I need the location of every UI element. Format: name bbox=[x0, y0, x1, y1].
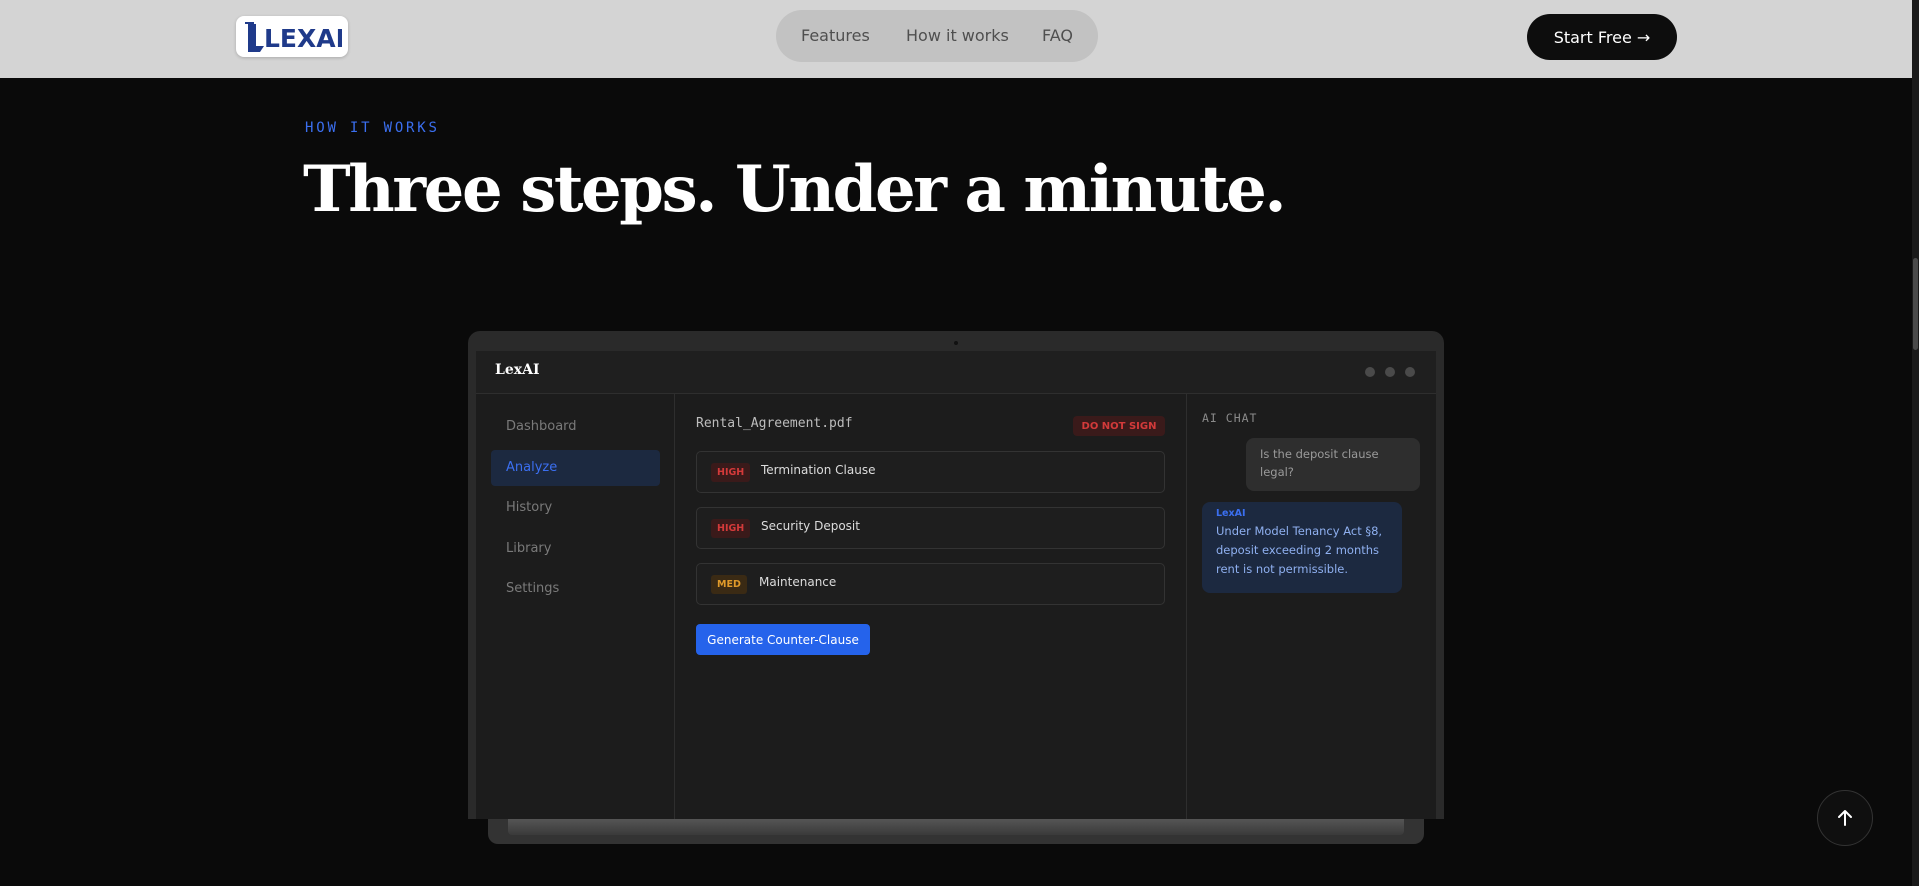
user-chat-message: Is the deposit clause legal? bbox=[1246, 438, 1420, 491]
nav-link-how-it-works[interactable]: How it works bbox=[906, 26, 1009, 45]
chat-title: AI CHAT bbox=[1202, 411, 1258, 425]
window-dot-icon bbox=[1385, 367, 1395, 377]
sidebar-item-analyze[interactable]: Analyze bbox=[491, 450, 660, 486]
scroll-to-top-button[interactable] bbox=[1817, 790, 1873, 846]
severity-badge: MED bbox=[711, 575, 747, 594]
severity-badge: HIGH bbox=[711, 519, 751, 538]
lexai-logo-mark: LEXAI bbox=[245, 21, 342, 53]
ai-message-text: Under Model Tenancy Act §8, deposit exce… bbox=[1216, 524, 1383, 576]
clause-label: Termination Clause bbox=[761, 463, 876, 477]
nav-link-faq[interactable]: FAQ bbox=[1042, 26, 1073, 45]
document-filename: Rental_Agreement.pdf bbox=[696, 416, 853, 431]
ai-chat-message: LexAI Under Model Tenancy Act §8, deposi… bbox=[1202, 502, 1402, 593]
laptop-base bbox=[488, 819, 1424, 844]
clause-label: Maintenance bbox=[759, 575, 837, 589]
sidebar-item-settings[interactable]: Settings bbox=[491, 571, 660, 607]
window-dot-icon bbox=[1365, 367, 1375, 377]
clause-item[interactable]: HIGH Termination Clause bbox=[696, 451, 1165, 493]
app-sidebar: Dashboard Analyze History Library Settin… bbox=[476, 394, 675, 819]
section-eyebrow: HOW IT WORKS bbox=[305, 120, 440, 136]
window-dot-icon bbox=[1405, 367, 1415, 377]
sidebar-item-dashboard[interactable]: Dashboard bbox=[491, 409, 660, 445]
generate-counter-clause-button[interactable]: Generate Counter-Clause bbox=[696, 624, 870, 655]
arrow-up-icon bbox=[1838, 810, 1852, 826]
sidebar-item-library[interactable]: Library bbox=[491, 531, 660, 567]
top-navbar: LEXAI Features How it works FAQ Start Fr… bbox=[0, 0, 1912, 78]
document-analysis-panel: Rental_Agreement.pdf DO NOT SIGN HIGH Te… bbox=[675, 394, 1187, 819]
app-header: LexAI bbox=[476, 351, 1436, 394]
scrollbar-thumb[interactable] bbox=[1913, 258, 1918, 350]
start-free-button[interactable]: Start Free → bbox=[1527, 14, 1677, 60]
landing-page: LEXAI Features How it works FAQ Start Fr… bbox=[0, 0, 1919, 886]
ai-sender-name: LexAI bbox=[1216, 508, 1246, 519]
clause-label: Security Deposit bbox=[761, 519, 860, 533]
clause-item[interactable]: HIGH Security Deposit bbox=[696, 507, 1165, 549]
section-headline: Three steps. Under a minute. bbox=[303, 152, 1287, 227]
laptop-hinge bbox=[508, 819, 1404, 835]
app-screen: LexAI Dashboard Analyze History Library … bbox=[476, 351, 1436, 819]
app-title: LexAI bbox=[495, 362, 540, 378]
logo-wordmark: LEXAI bbox=[264, 24, 342, 53]
ai-chat-panel: AI CHAT Is the deposit clause legal? Lex… bbox=[1187, 394, 1436, 819]
verdict-badge: DO NOT SIGN bbox=[1073, 416, 1165, 436]
page-scrollbar[interactable] bbox=[1912, 0, 1919, 886]
clause-item[interactable]: MED Maintenance bbox=[696, 563, 1165, 605]
severity-badge: HIGH bbox=[711, 463, 751, 482]
brand-logo[interactable]: LEXAI bbox=[236, 16, 348, 57]
sidebar-item-history[interactable]: History bbox=[491, 490, 660, 526]
laptop-camera bbox=[954, 341, 958, 345]
nav-link-features[interactable]: Features bbox=[801, 26, 870, 45]
nav-links: Features How it works FAQ bbox=[776, 10, 1098, 62]
